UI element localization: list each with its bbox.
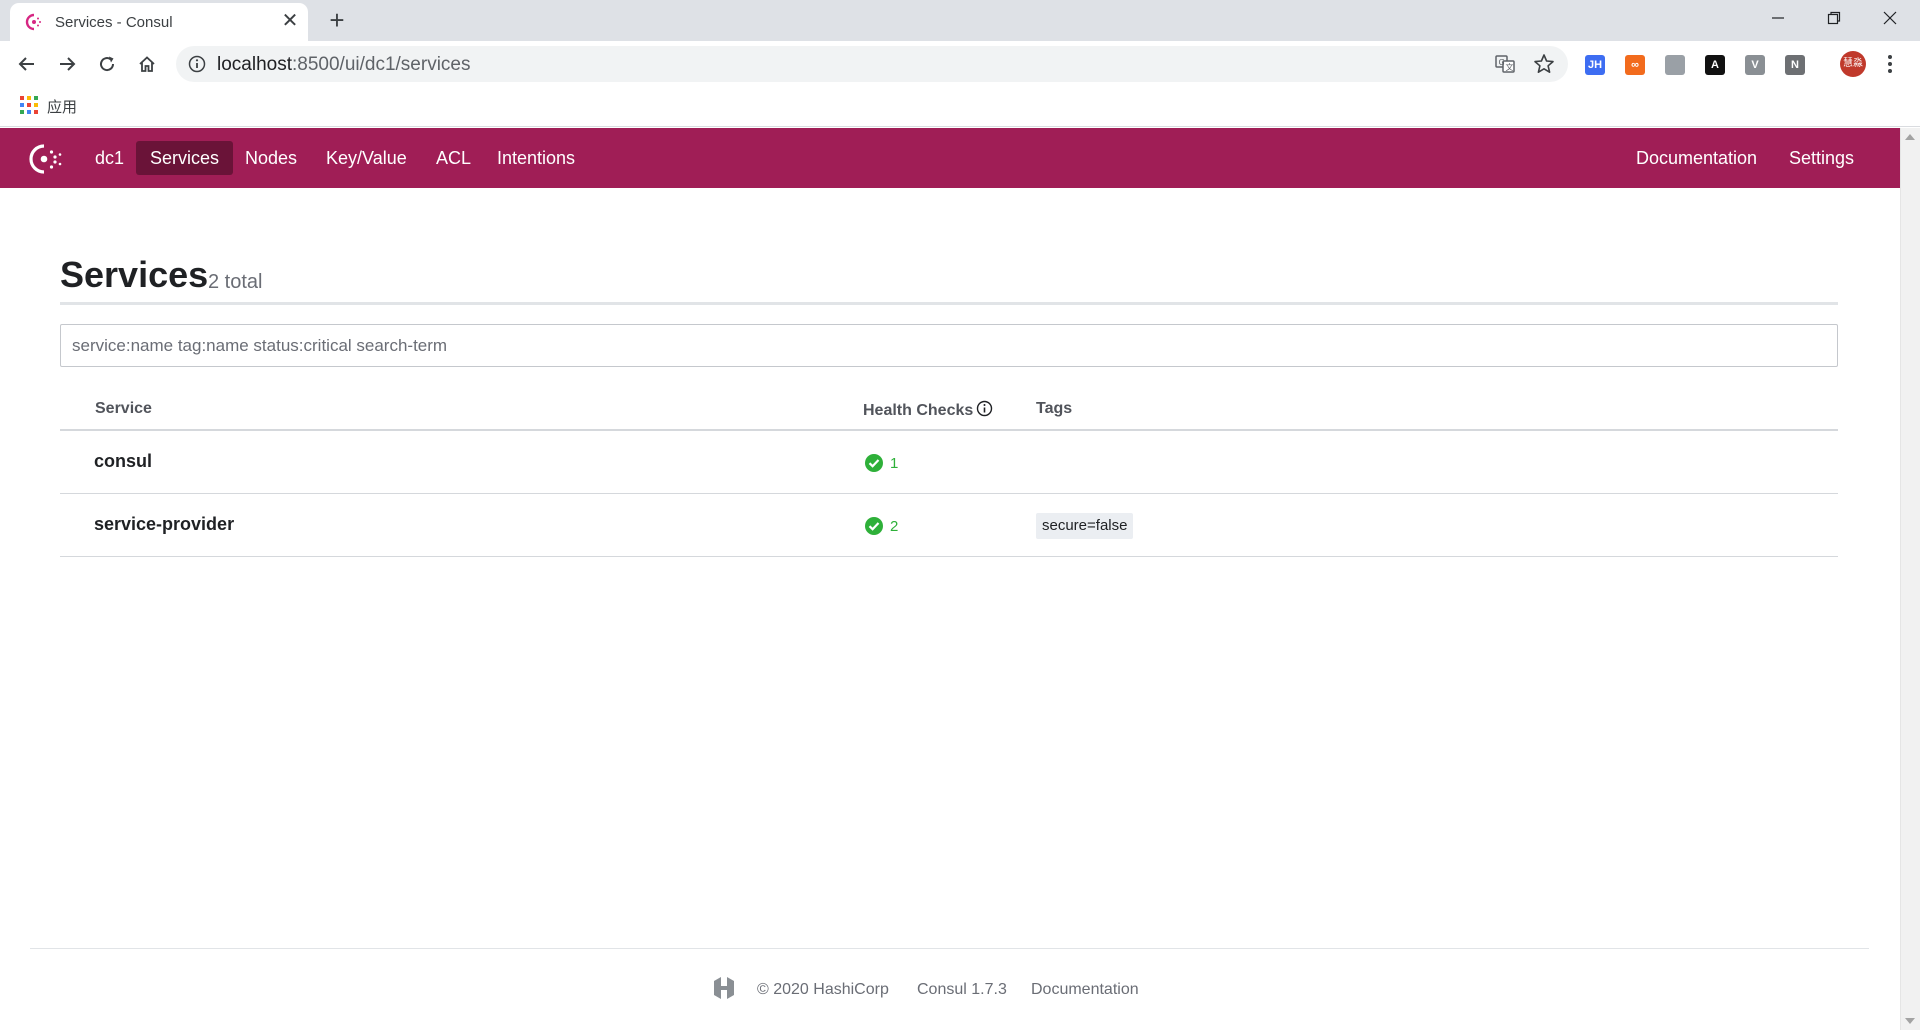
tab-title: Services - Consul [55,14,173,31]
scroll-down-arrow-icon[interactable] [1905,1018,1915,1024]
service-tag: secure=false [1036,513,1134,539]
a-extension-icon[interactable]: A [1705,55,1725,75]
consul-logo-icon[interactable] [27,142,65,176]
check-circle-icon [865,517,883,535]
hashicorp-logo-icon[interactable] [711,975,737,1001]
service-name-link[interactable]: consul [94,451,152,472]
footer-version: Consul 1.7.3 [917,981,1007,998]
address-bar[interactable]: localhost:8500/ui/dc1/services G 文 [176,46,1568,82]
site-info-icon[interactable] [188,55,206,73]
service-name-link[interactable]: service-provider [94,514,234,535]
consul-header: dc1 Services Nodes Key/Value ACL Intenti… [0,128,1900,188]
nav-acl[interactable]: ACL [422,141,485,175]
nav-intentions[interactable]: Intentions [483,141,589,175]
browser-tabstrip: Services - Consul ✕ + [0,0,1920,41]
page-scrollbar[interactable] [1900,128,1920,1030]
table-row[interactable]: consul 1 [60,431,1838,493]
jh-extension-icon[interactable]: JH [1585,55,1605,75]
column-header-service[interactable]: Service [95,400,152,418]
browser-menu-icon[interactable] [1880,52,1900,76]
minimize-window-icon[interactable] [1758,4,1798,34]
column-header-health-checks[interactable]: Health Checks [863,400,993,420]
nav-documentation[interactable]: Documentation [1622,141,1771,175]
datacenter-selector[interactable]: dc1 [81,141,138,175]
restore-window-icon[interactable] [1814,4,1854,34]
consul-favicon-icon [25,13,41,31]
apps-grid-icon[interactable] [20,96,38,114]
row-divider [60,556,1838,557]
footer-documentation-link[interactable]: Documentation [1031,981,1139,999]
footer-divider [30,948,1869,949]
svg-text:文: 文 [1506,62,1514,72]
title-divider [60,302,1838,305]
nav-services[interactable]: Services [136,141,234,175]
back-arrow-icon[interactable] [11,48,43,80]
footer-copyright: © 2020 HashiCorp [757,981,889,998]
url-text[interactable]: localhost:8500/ui/dc1/services [217,54,471,76]
nav-nodes[interactable]: Nodes [231,141,311,175]
services-count: 2 total [208,271,263,293]
n-extension-icon[interactable]: N [1785,55,1805,75]
health-checks-passing: 1 [864,453,898,473]
bird-extension-icon[interactable] [1665,55,1685,75]
close-window-icon[interactable] [1870,4,1910,34]
tab-close-icon[interactable]: ✕ [278,9,302,33]
check-circle-icon [865,454,883,472]
nav-settings[interactable]: Settings [1775,141,1868,175]
browser-tab[interactable]: Services - Consul ✕ [10,3,308,41]
new-tab-button[interactable]: + [324,7,350,33]
passing-count: 2 [890,517,899,535]
bookmarks-bar: 应用 [0,87,1920,127]
scroll-up-arrow-icon[interactable] [1905,134,1915,140]
forward-arrow-icon[interactable] [51,48,83,80]
translate-icon[interactable]: G 文 [1494,53,1516,75]
column-header-tags[interactable]: Tags [1036,400,1072,418]
profile-avatar[interactable]: 慧淼 [1840,51,1866,77]
table-row[interactable]: service-provider 2 secure=false [60,494,1838,556]
page-title: Services [60,254,209,295]
home-icon[interactable] [131,48,163,80]
passing-count: 1 [890,454,899,472]
bookmark-star-icon[interactable] [1533,53,1555,75]
svg-text:G: G [1499,58,1505,67]
apps-bookmark-label[interactable]: 应用 [47,96,77,117]
page-viewport: dc1 Services Nodes Key/Value ACL Intenti… [0,128,1920,1030]
search-input[interactable] [60,324,1838,367]
health-checks-passing: 2 [864,516,898,536]
infinity-extension-icon[interactable]: ∞ [1625,55,1645,75]
nav-key-value[interactable]: Key/Value [312,141,421,175]
v-extension-icon[interactable]: V [1745,55,1765,75]
info-icon[interactable] [976,400,993,417]
reload-icon[interactable] [91,48,123,80]
